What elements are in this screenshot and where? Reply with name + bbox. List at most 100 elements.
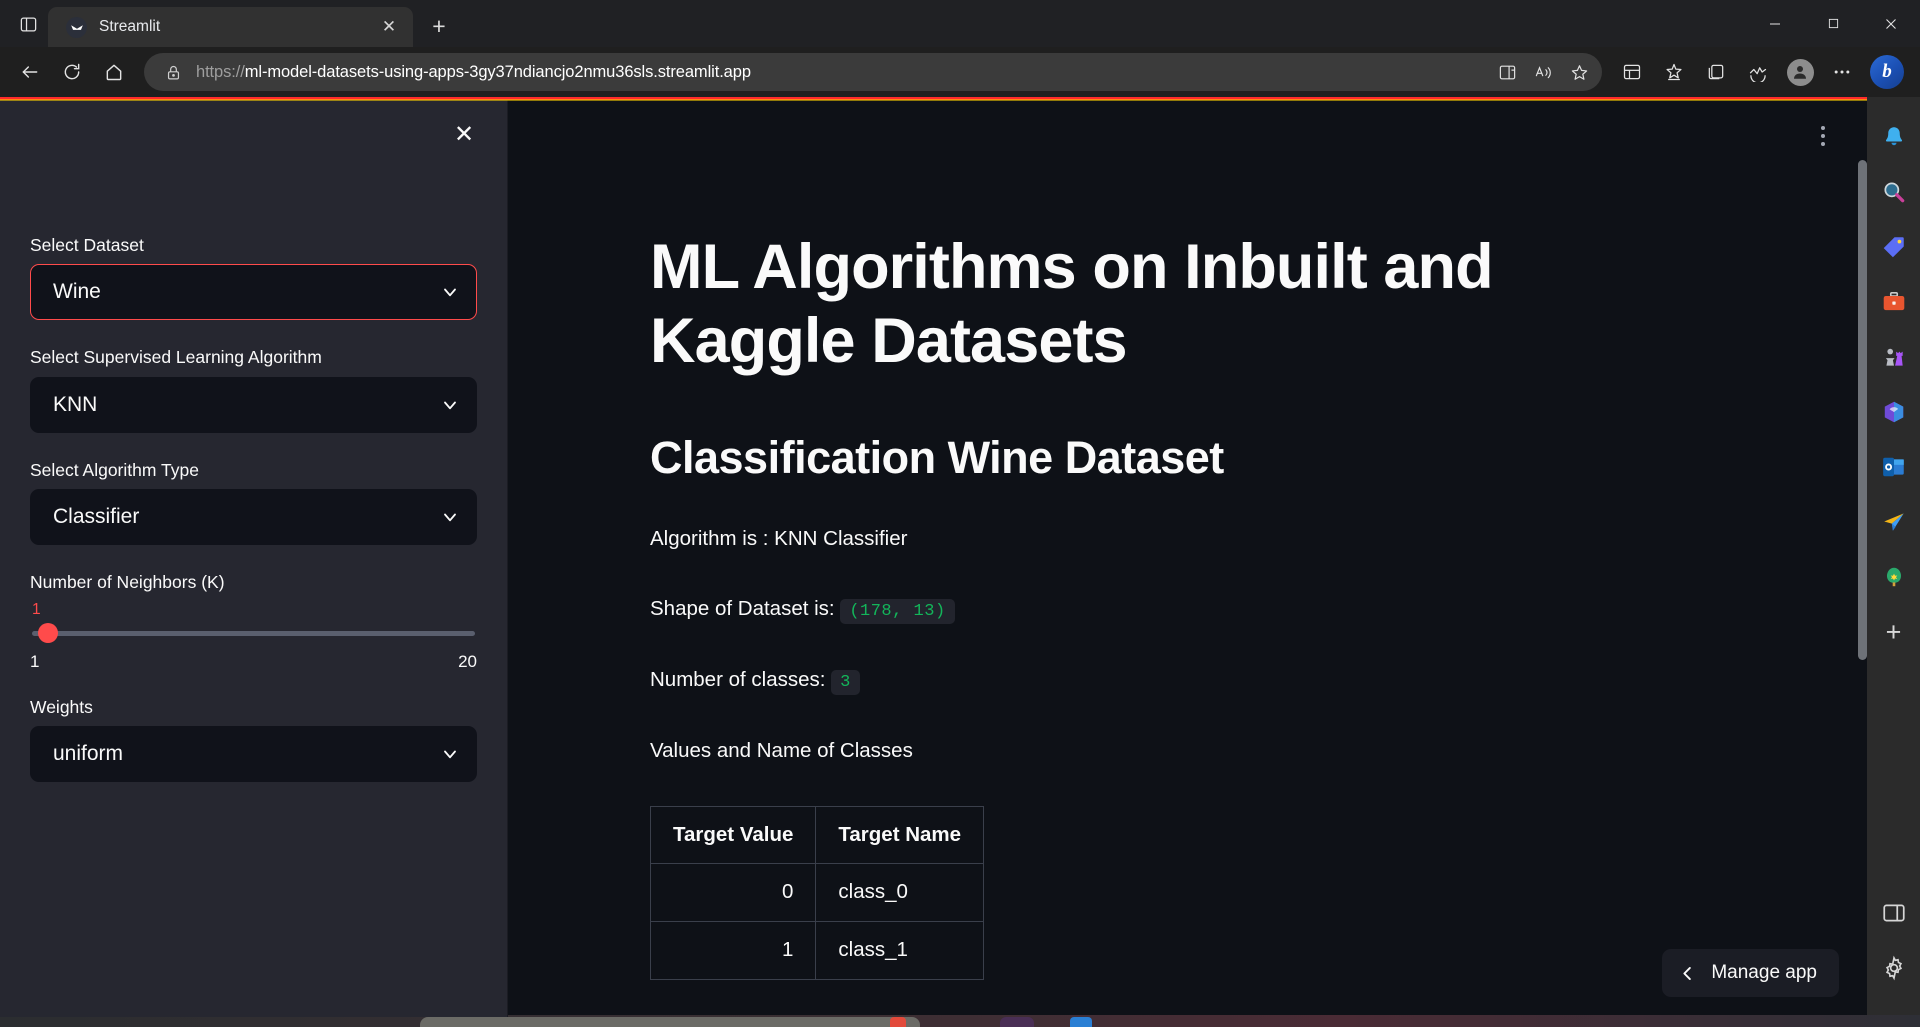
algorithm-line: Algorithm is : KNN Classifier [650,526,908,550]
taskbar-app-icon[interactable] [1000,1017,1034,1027]
avatar [1786,58,1814,86]
manage-app-button[interactable]: Manage app [1662,949,1839,997]
paper-plane-icon[interactable] [1873,500,1915,544]
neighbors-slider[interactable] [30,622,477,644]
favorites-icon[interactable] [1654,53,1694,91]
page-subtitle: Classification Wine Dataset [650,431,1224,483]
window-maximize-button[interactable] [1804,0,1862,47]
split-screen-icon[interactable] [1490,56,1524,88]
taskbar-window-group[interactable] [420,1017,920,1027]
tools-briefcase-icon[interactable] [1873,280,1915,324]
window-close-button[interactable] [1862,0,1920,47]
classes-line: Number of classes: 3 [650,664,1588,697]
shape-value: (178, 13) [840,599,955,625]
copilot-icon: b [1870,55,1904,89]
cell-target-value: 0 [649,863,817,923]
slider-range-labels: 1 20 [30,652,477,672]
streamlit-crown-icon [66,16,87,38]
table-header-target-value: Target Value [649,805,817,865]
drop-tree-icon[interactable] [1873,555,1915,599]
tab-strip: Streamlit ✕ + [0,0,1920,47]
edge-sidebar: + [1867,97,1920,1017]
favorite-star-icon[interactable] [1562,56,1596,88]
page-scrollbar[interactable] [1858,160,1867,660]
slider-thumb[interactable] [38,623,58,643]
select-algorithm-type-group: Select Algorithm Type Classifier [30,457,477,545]
page-title: ML Algorithms on Inbuilt and Kaggle Data… [650,232,1494,377]
back-icon[interactable] [10,53,50,91]
select-algorithm-type-label: Select Algorithm Type [30,459,199,480]
shape-line: Shape of Dataset is: (178, 13) [650,593,1588,626]
sidebar-close-icon[interactable]: ✕ [447,117,481,151]
page-load-progress-bar [0,97,1867,101]
omnibox-actions [1490,56,1596,88]
url-scheme: https:// [196,62,245,81]
url-text: https://ml-model-datasets-using-apps-3gy… [186,63,1490,82]
slider-max-label: 20 [458,652,477,671]
toolbar-right: b [1612,49,1910,95]
copilot-button[interactable]: b [1864,49,1910,95]
cell-target-name: class_0 [815,863,985,923]
streamlit-sidebar: ✕ Select Dataset Wine Select Supervised … [0,100,508,1017]
tab-close-icon[interactable]: ✕ [375,13,403,41]
browser-essentials-icon[interactable] [1612,53,1652,91]
select-dataset-dropdown[interactable]: Wine [30,264,477,321]
select-dataset-value: Wine [53,280,101,304]
neighbors-slider-group: Number of Neighbors (K) 1 1 20 [30,569,477,672]
collections-icon[interactable] [1696,53,1736,91]
games-chess-icon[interactable] [1873,335,1915,379]
neighbors-slider-label: Number of Neighbors (K) [30,571,225,592]
performance-icon[interactable] [1738,53,1778,91]
weights-group: Weights uniform [30,694,477,783]
chevron-down-icon [440,744,460,764]
microsoft-365-icon[interactable] [1873,390,1915,434]
select-dataset-group: Select Dataset Wine [30,232,477,321]
search-icon[interactable] [1873,170,1915,214]
outlook-icon[interactable] [1873,445,1915,489]
select-algorithm-dropdown[interactable]: KNN [30,376,477,433]
select-algorithm-type-value: Classifier [53,504,140,528]
profile-avatar[interactable] [1780,53,1820,91]
browser-tab-streamlit[interactable]: Streamlit ✕ [48,7,413,47]
home-icon[interactable] [94,53,134,91]
table-header-row: Target Value Target Name [649,805,985,865]
select-algorithm-group: Select Supervised Learning Algorithm KNN [30,344,477,433]
weights-value: uniform [53,742,124,766]
sidebar-toggle-icon[interactable] [1873,891,1915,935]
address-bar[interactable]: https://ml-model-datasets-using-apps-3gy… [144,53,1602,91]
select-algorithm-value: KNN [53,392,98,416]
tab-title: Streamlit [99,18,161,35]
chevron-down-icon [440,507,460,527]
read-aloud-icon[interactable] [1526,56,1560,88]
cell-target-value: 1 [649,921,817,980]
classes-value: 3 [831,670,860,696]
taskbar-app-icon[interactable] [890,1017,906,1027]
kebab-menu-icon[interactable] [1805,118,1841,154]
select-algorithm-type-dropdown[interactable]: Classifier [30,488,477,545]
window-minimize-button[interactable] [1746,0,1804,47]
chevron-down-icon [440,282,460,302]
cell-target-name: class_1 [815,921,985,980]
taskbar-app-icon[interactable] [1070,1017,1092,1027]
chevron-left-icon [1678,964,1697,983]
table-row: 0 class_0 [649,863,985,923]
notifications-icon[interactable] [1873,115,1915,159]
sidebar-settings-icon[interactable] [1873,946,1915,990]
window-controls [1746,0,1920,47]
select-algorithm-label: Select Supervised Learning Algorithm [30,347,322,368]
new-tab-button[interactable]: + [421,8,457,44]
edge-sidebar-bottom [1873,891,1915,1017]
tab-actions-icon[interactable] [8,4,48,44]
manage-app-label: Manage app [1711,962,1817,983]
scrollbar-thumb[interactable] [1858,160,1867,660]
url-host: ml-model-datasets-using-apps-3gy37ndianc… [244,62,751,81]
weights-dropdown[interactable]: uniform [30,726,477,783]
page-viewport: ✕ Select Dataset Wine Select Supervised … [0,97,1867,1017]
chevron-down-icon [440,395,460,415]
classes-table: Target Value Target Name 0 class_0 1 cla… [649,805,985,980]
add-sidebar-app-button[interactable]: + [1873,610,1915,654]
refresh-icon[interactable] [52,53,92,91]
shopping-tag-icon[interactable] [1873,225,1915,269]
slider-track [32,631,475,636]
settings-more-icon[interactable] [1822,53,1862,91]
